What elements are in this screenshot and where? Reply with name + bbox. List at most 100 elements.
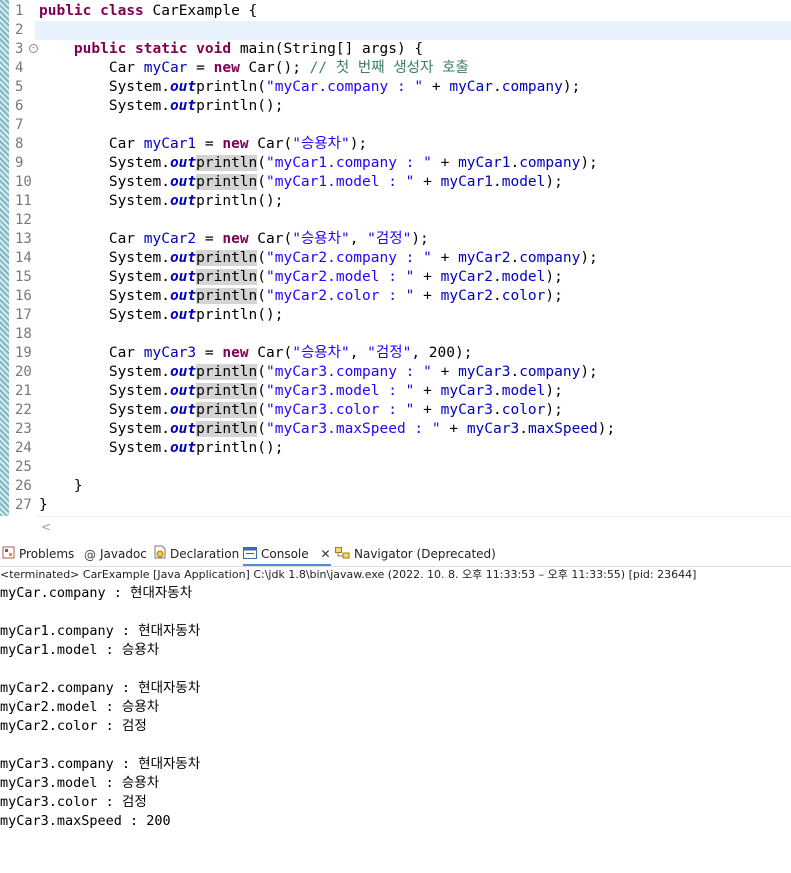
code-token: println: [196, 383, 258, 399]
code-line[interactable]: System.outprintln();: [39, 306, 284, 325]
line-number: 1: [15, 3, 24, 19]
code-line[interactable]: Car myCar2 = new Car("승용차", "검정");: [39, 230, 429, 249]
code-token: , 200);: [411, 345, 473, 361]
code-token: out: [169, 288, 197, 304]
code-token: model: [501, 383, 546, 399]
code-line[interactable]: System.outprintln("myCar3.color : " + my…: [39, 401, 563, 420]
code-line[interactable]: System.outprintln("myCar1.company : " + …: [39, 154, 598, 173]
code-line[interactable]: Car myCar1 = new Car("승용차");: [39, 135, 367, 154]
code-token: myCar3: [143, 345, 197, 361]
code-token: );: [545, 288, 563, 304]
code-line[interactable]: System.outprintln("myCar2.company : " + …: [39, 249, 598, 268]
line-number: 7: [15, 117, 24, 133]
horizontal-scrollbar[interactable]: <: [35, 516, 791, 537]
code-token: +: [414, 402, 441, 418]
code-line[interactable]: System.outprintln("myCar1.model : " + my…: [39, 173, 563, 192]
line-number: 11: [15, 193, 32, 209]
code-line[interactable]: Car myCar3 = new Car("승용차", "검정", 200);: [39, 344, 473, 363]
code-token: "myCar2.company : ": [266, 250, 432, 266]
console-line: myCar2.company : 현대자동차: [0, 680, 201, 696]
code-token: myCar: [449, 79, 493, 95]
navigator-icon: [335, 544, 350, 566]
line-number: 21: [15, 383, 32, 399]
code-token: System.: [108, 79, 170, 95]
code-line[interactable]: System.outprintln();: [39, 439, 284, 458]
code-token: new: [213, 60, 240, 76]
code-line[interactable]: }: [39, 477, 83, 496]
code-token: "myCar3.color : ": [266, 402, 415, 418]
code-token: out: [169, 421, 197, 437]
code-line[interactable]: System.outprintln("myCar3.company : " + …: [39, 363, 598, 382]
code-token: "myCar3.maxSpeed : ": [266, 421, 441, 437]
code-token: out: [169, 383, 197, 399]
code-token: myCar2: [143, 231, 197, 247]
code-token: new: [222, 136, 249, 152]
tab-label: Navigator (Deprecated): [354, 547, 496, 561]
scroll-left-icon[interactable]: <: [41, 520, 51, 534]
code-line[interactable]: }: [39, 496, 48, 515]
code-token: +: [431, 250, 459, 266]
line-number: 17: [15, 307, 32, 323]
code-token: ();: [257, 193, 284, 209]
code-token: out: [169, 269, 197, 285]
code-token: new: [222, 231, 249, 247]
code-token: System.: [108, 440, 170, 456]
code-token: }: [73, 478, 83, 494]
tab-declaration[interactable]: Declaration: [153, 543, 239, 565]
line-number: 19: [15, 345, 32, 361]
at-icon: @: [84, 547, 96, 562]
console-line: myCar2.color : 검정: [0, 718, 147, 734]
code-line[interactable]: System.outprintln("myCar3.model : " + my…: [39, 382, 563, 401]
code-token: myCar1: [458, 155, 511, 171]
code-token: );: [545, 383, 563, 399]
tab-problems[interactable]: Problems: [2, 543, 74, 565]
code-token: +: [414, 269, 441, 285]
code-line[interactable]: public class CarExample {: [39, 2, 257, 21]
close-icon[interactable]: ✕: [320, 547, 330, 561]
code-token: .: [493, 288, 502, 304]
code-line[interactable]: Car myCar = new Car(); // 첫 번째 생성자 호출: [39, 59, 469, 78]
code-line[interactable]: System.outprintln("myCar2.model : " + my…: [39, 268, 563, 287]
code-token: (: [257, 269, 266, 285]
code-line[interactable]: System.outprintln("myCar2.color : " + my…: [39, 287, 563, 306]
code-token: class: [100, 3, 144, 19]
code-token: ();: [257, 440, 284, 456]
code-token: myCar2: [440, 288, 493, 304]
code-token: company: [519, 364, 581, 380]
line-number: 26: [15, 478, 32, 494]
code-token: "승용차": [292, 136, 350, 152]
line-number: 14: [15, 250, 32, 266]
code-token: println: [196, 307, 258, 323]
code-token: System.: [108, 421, 170, 437]
code-line[interactable]: System.outprintln();: [39, 97, 284, 116]
tab-javadoc[interactable]: @ Javadoc: [84, 543, 147, 565]
code-token: System.: [108, 402, 170, 418]
tab-navigator[interactable]: Navigator (Deprecated): [335, 543, 496, 565]
tab-console[interactable]: Console ✕: [243, 543, 331, 566]
code-token: .: [493, 174, 502, 190]
code-token: public: [39, 3, 92, 19]
code-line[interactable]: System.outprintln("myCar3.maxSpeed : " +…: [39, 420, 615, 439]
line-number: 20: [15, 364, 32, 380]
fold-toggle-icon[interactable]: -: [29, 44, 38, 53]
console-line: myCar2.model : 승용차: [0, 699, 160, 715]
code-line[interactable]: System.outprintln();: [39, 192, 284, 211]
view-tab-bar: Problems @ Javadoc Declaration Console ✕ …: [0, 543, 791, 566]
code-token: +: [414, 383, 441, 399]
code-token: );: [580, 155, 598, 171]
code-token: println: [196, 250, 258, 266]
code-token: );: [411, 231, 429, 247]
code-token: Car(: [248, 345, 293, 361]
line-number: 24: [15, 440, 32, 456]
code-token: );: [349, 136, 368, 152]
code-token: "검정": [367, 231, 412, 247]
line-number: 8: [15, 136, 24, 152]
code-line[interactable]: System.outprintln("myCar.company : " + m…: [39, 78, 580, 97]
code-token: out: [169, 98, 197, 114]
code-token: println: [196, 364, 258, 380]
code-editor[interactable]: 1 2 3-4 5 6 7 8 9 10 11 12 13 14 15 16 17 18 19 20 21 22 23 24…: [0, 0, 791, 516]
code-token: myCar2: [440, 269, 493, 285]
code-token: println: [196, 269, 258, 285]
code-line[interactable]: public static void main(String[] args) {: [39, 40, 423, 59]
